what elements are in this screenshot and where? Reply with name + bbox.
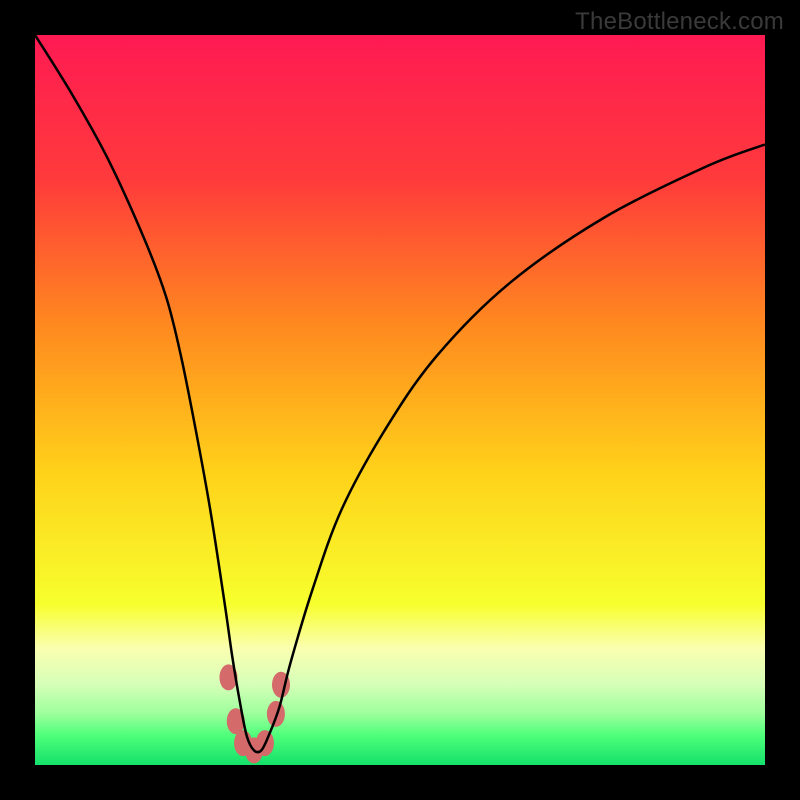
chart-frame: TheBottleneck.com [0, 0, 800, 800]
curve-layer [35, 35, 765, 765]
plot-area [35, 35, 765, 765]
watermark-text: TheBottleneck.com [575, 8, 784, 36]
data-markers [219, 664, 290, 763]
bottleneck-curve [35, 35, 765, 752]
